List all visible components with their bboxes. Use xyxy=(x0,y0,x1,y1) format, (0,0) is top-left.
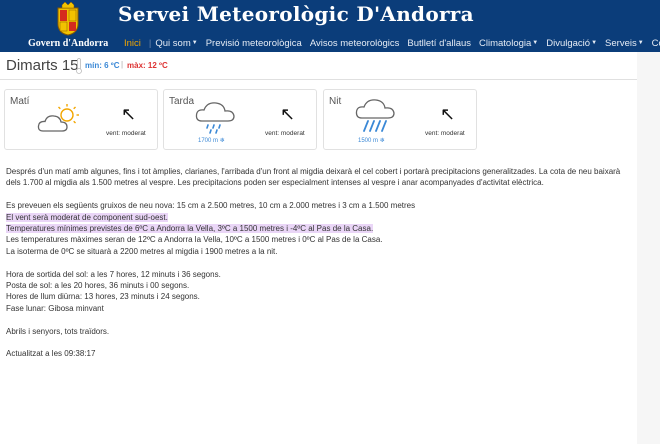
nav-item-previsio[interactable]: Previsió meteorològica xyxy=(206,38,302,52)
main-nav: Inici | Qui som▼ Previsió meteorològica … xyxy=(124,38,660,52)
highlighted-text: El vent serà moderat de component sud-oe… xyxy=(6,212,168,222)
sunset-text: Posta de sol: a les 20 hores, 36 minuts … xyxy=(6,281,190,291)
nav-item-label: Serveis xyxy=(605,38,637,49)
highlighted-text: Temperatures mínimes previstes de 6ºC a … xyxy=(6,224,374,234)
period-label: Nit xyxy=(329,96,342,107)
nav-item-climatologia[interactable]: Climatologia▼ xyxy=(479,38,538,52)
sunrise-text: Hora de sortida del sol: a les 7 hores, … xyxy=(6,269,221,279)
max-temperatures-text: Les temperatures màximes seran de 12ºC a… xyxy=(6,235,383,245)
page-side-gutter xyxy=(637,52,660,444)
caret-down-icon: ▼ xyxy=(532,40,539,47)
snow-level: 1700 m ❄ xyxy=(198,137,225,144)
nav-item-label: Qui som xyxy=(155,38,191,49)
wind-text: El vent serà moderat de component sud-oe… xyxy=(6,212,626,223)
day-header: Dimarts 15 mín: 6 ºC | màx: 12 ºC xyxy=(0,52,637,80)
caret-down-icon: ▼ xyxy=(191,40,198,47)
caret-down-icon: ▼ xyxy=(637,40,644,47)
cloud-heavy-rain-icon xyxy=(355,99,395,132)
snow-level: 1500 m ❄ xyxy=(358,137,385,144)
period-label: Matí xyxy=(10,96,30,107)
site-header: Servei Meteorològic D'Andorra Govern d'A… xyxy=(0,0,660,52)
snow-level-value: 1700 m xyxy=(198,138,219,144)
nav-item-label: Butlletí d'allaus xyxy=(407,38,472,49)
moon-phase-text: Fase lunar: Gibosa minvant xyxy=(6,303,104,313)
government-name[interactable]: Govern d'Andorra xyxy=(28,38,108,49)
nav-item-butlleti[interactable]: Butlletí d'allaus xyxy=(407,38,471,52)
nav-item-label: Previsió meteorològica xyxy=(205,38,302,49)
daylight-text: Hores de llum diürna: 13 hores, 23 minut… xyxy=(6,292,200,302)
period-card-nit: Nit ↖ vent: moderat 1500 m ❄ xyxy=(323,89,477,150)
period-label: Tarda xyxy=(169,96,195,107)
nav-item-divulgacio[interactable]: Divulgació▼ xyxy=(546,38,597,52)
forecast-text: Després d'un matí amb algunes, fins i to… xyxy=(6,166,626,360)
nav-item-label: Contacte xyxy=(651,38,660,49)
nav-item-label: Inici xyxy=(124,38,141,49)
wind-direction-arrow-icon: ↖ xyxy=(440,104,456,124)
temperature-divider: | xyxy=(121,60,124,69)
nav-divider: | xyxy=(148,38,152,49)
temperature-max: màx: 12 ºC xyxy=(127,61,168,70)
temperature-min: mín: 6 ºC xyxy=(85,61,120,70)
isotherm-text: La isoterma de 0ºC se situarà a 2200 met… xyxy=(6,246,278,256)
nav-item-serveis[interactable]: Serveis▼ xyxy=(605,38,644,52)
min-temperatures-text: Temperatures mínimes previstes de 6ºC a … xyxy=(6,223,626,234)
wind-label: vent: moderat xyxy=(265,130,305,137)
snowflake-icon: ❄ xyxy=(219,138,225,144)
nav-item-qui-som[interactable]: Qui som▼ xyxy=(155,38,197,52)
nav-item-label: Divulgació xyxy=(546,38,591,49)
thermometer-icon xyxy=(76,58,82,74)
cloud-rain-icon xyxy=(195,102,235,134)
andorra-coat-of-arms-logo[interactable] xyxy=(53,2,83,36)
wind-direction-arrow-icon: ↖ xyxy=(121,104,137,124)
site-title[interactable]: Servei Meteorològic D'Andorra xyxy=(118,2,474,26)
nav-item-avisos[interactable]: Avisos meteorològics xyxy=(310,38,400,52)
caret-down-icon: ▼ xyxy=(591,40,598,47)
nav-item-label: Climatologia xyxy=(479,38,532,49)
nav-item-contacte[interactable]: Contacte xyxy=(652,38,660,52)
snowflake-icon: ❄ xyxy=(379,138,385,144)
wind-label: vent: moderat xyxy=(106,130,146,137)
day-title: Dimarts 15 xyxy=(6,57,79,74)
nav-item-inici[interactable]: Inici xyxy=(124,38,141,52)
snow-accumulation-text: Es preveuen els següents gruixos de neu … xyxy=(6,201,416,211)
partly-cloudy-icon xyxy=(37,104,79,132)
forecast-summary: Després d'un matí amb algunes, fins i to… xyxy=(6,167,621,188)
snow-level-value: 1500 m xyxy=(358,138,379,144)
nav-item-label: Avisos meteorològics xyxy=(309,38,400,49)
wind-direction-arrow-icon: ↖ xyxy=(280,104,296,124)
proverb-text: Abrils i senyors, tots traïdors. xyxy=(6,326,110,336)
period-card-mati: Matí ↖ vent: moderat xyxy=(4,89,158,150)
period-card-tarda: Tarda ↖ vent: moderat 1700 m ❄ xyxy=(163,89,317,150)
wind-label: vent: moderat xyxy=(425,130,465,137)
updated-time: Actualitzat a les 09:38:17 xyxy=(6,349,96,359)
